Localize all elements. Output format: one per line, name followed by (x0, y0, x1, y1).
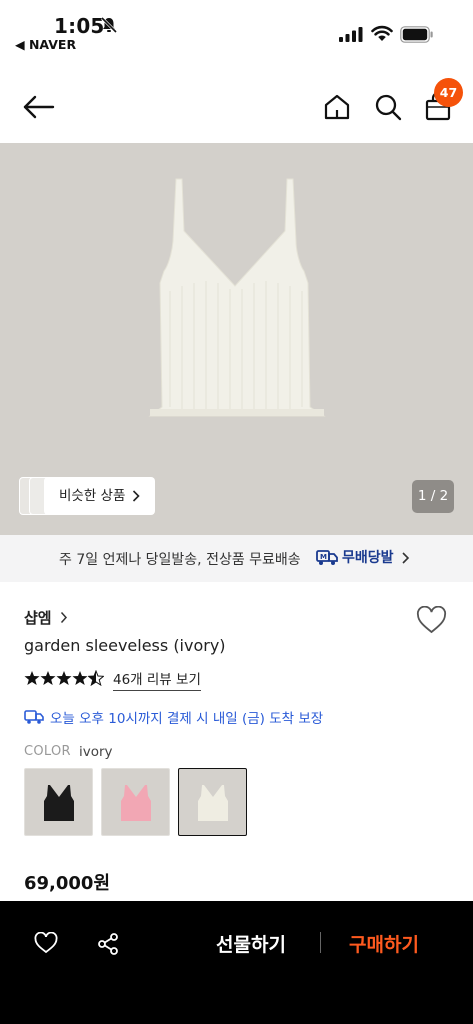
share-icon[interactable] (96, 932, 120, 956)
product-photo-top (148, 178, 326, 417)
svg-text:M: M (320, 553, 327, 561)
star-half-icon (88, 670, 104, 686)
swatch-ivory-top (198, 785, 228, 821)
chevron-right-icon (132, 490, 140, 502)
search-icon[interactable] (373, 92, 403, 122)
home-icon[interactable] (322, 92, 352, 122)
shipping-brand-label: 무배당발 (342, 550, 394, 566)
status-bar: 1:05 ◀ NAVER (0, 0, 473, 60)
delivery-truck-icon (24, 710, 44, 724)
delivery-truck-icon: M (316, 550, 338, 565)
back-to-naver[interactable]: ◀ NAVER (15, 37, 76, 52)
shipping-brand: M 무배당발 (316, 547, 394, 567)
delivery-text: 오늘 오후 10시까지 결제 시 내일 (금) 도착 보장 (50, 711, 324, 727)
divider (320, 932, 321, 953)
product-image[interactable]: 비슷한 상품 1 / 2 (0, 143, 473, 535)
heart-icon[interactable] (416, 606, 447, 634)
color-option-black[interactable] (24, 768, 93, 836)
shipping-banner[interactable]: 주 7일 언제나 당일발송, 전상품 무료배송 M 무배당발 (0, 535, 473, 582)
chevron-right-icon (60, 611, 68, 624)
bell-slash-icon (100, 16, 118, 34)
color-value: ivory (79, 744, 113, 760)
color-option-ivory[interactable] (178, 768, 247, 836)
similar-products-label: 비슷한 상품 (59, 488, 126, 504)
battery-icon (400, 26, 433, 43)
star-icon (24, 671, 40, 685)
cellular-signal-icon (339, 27, 363, 42)
similar-products-button[interactable]: 비슷한 상품 (44, 477, 155, 515)
star-icon (40, 671, 56, 685)
delivery-guarantee: 오늘 오후 10시까지 결제 시 내일 (금) 도착 보장 (24, 707, 323, 727)
product-name: garden sleeveless (ivory) (24, 636, 226, 655)
swatch-black-top (44, 785, 74, 821)
rating-stars (24, 670, 104, 686)
status-time: 1:05 (54, 14, 105, 38)
swatch-pink-top (121, 785, 151, 821)
shop-name[interactable]: 샵엠 (24, 607, 52, 628)
color-option-pink[interactable] (101, 768, 170, 836)
star-icon (56, 671, 72, 685)
star-icon (72, 671, 88, 685)
color-label: COLOR (24, 744, 71, 759)
bottom-action-bar: 선물하기 구매하기 (0, 901, 473, 1024)
heart-icon[interactable] (34, 932, 58, 954)
buy-button[interactable]: 구매하기 (349, 930, 419, 957)
chevron-right-icon (402, 552, 410, 564)
gift-button[interactable]: 선물하기 (216, 930, 286, 957)
cart-count-badge: 47 (434, 78, 463, 107)
arrow-left-icon[interactable] (22, 92, 56, 122)
wifi-icon (371, 25, 393, 41)
shipping-text: 주 7일 언제나 당일발송, 전상품 무료배송 (59, 552, 301, 568)
price: 69,000원 (24, 873, 111, 894)
review-link[interactable]: 46개 리뷰 보기 (113, 668, 201, 691)
image-pager: 1 / 2 (412, 480, 454, 513)
